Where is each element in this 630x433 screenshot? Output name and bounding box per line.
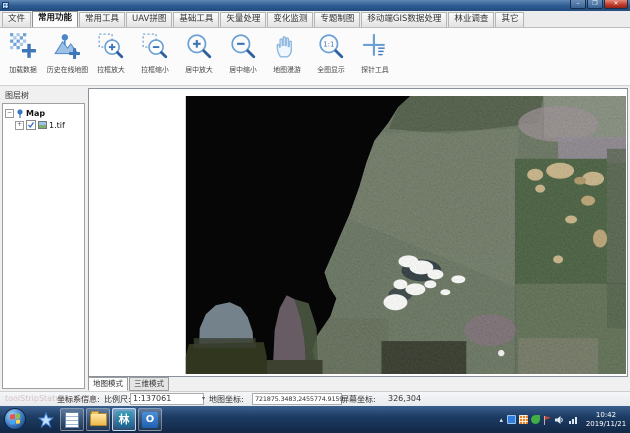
clock-date: 2019/11/21 bbox=[584, 420, 628, 429]
windows-taskbar: 林 O ▴ 10:42 2019/ bbox=[0, 406, 630, 433]
tray-expand-icon[interactable]: ▴ bbox=[499, 416, 503, 424]
layer-checkbox[interactable] bbox=[26, 120, 36, 130]
toolbar-button-label: 地图漫游 bbox=[273, 64, 301, 74]
tree-node-label: Map bbox=[26, 109, 45, 118]
taskbar-star-app[interactable] bbox=[34, 408, 58, 431]
system-tray: ▴ 10:42 2019/11/21 bbox=[499, 406, 628, 433]
clock-time: 10:42 bbox=[584, 411, 628, 420]
tray-flag-icon[interactable] bbox=[543, 415, 552, 425]
box-zoom-out-button[interactable]: 拉框缩小 bbox=[133, 28, 177, 84]
titlebar[interactable]: – ❐ ✕ bbox=[0, 0, 630, 11]
map-group-icon bbox=[16, 109, 24, 118]
load-data-button[interactable]: 加载数据 bbox=[1, 28, 45, 84]
raster-layer-icon bbox=[38, 121, 47, 129]
map-coord-label: 地图坐标: bbox=[209, 394, 244, 405]
toolbar-button-label: 加载数据 bbox=[9, 64, 37, 74]
star-icon bbox=[38, 412, 54, 428]
window-controls: – ❐ ✕ bbox=[569, 0, 628, 9]
taskbar-notepad-app[interactable] bbox=[60, 408, 84, 431]
tray-blue-app-icon[interactable] bbox=[507, 415, 516, 424]
layer-tree[interactable]: − Map + 1.tif bbox=[2, 103, 85, 389]
box-zoom-in-button[interactable]: 拉框放大 bbox=[89, 28, 133, 84]
tab-basic-tools[interactable]: 基础工具 bbox=[173, 12, 219, 27]
tree-node-label: 1.tif bbox=[49, 121, 65, 130]
center-zoom-out-icon bbox=[229, 32, 257, 60]
tab-map-mode[interactable]: 地图模式 bbox=[88, 377, 128, 391]
tree-node-layer[interactable]: + 1.tif bbox=[5, 119, 82, 131]
box-zoom-in-icon bbox=[97, 32, 125, 60]
probe-tool-icon bbox=[361, 32, 389, 60]
history-online-map-button[interactable]: 历史在线地图 bbox=[45, 28, 89, 84]
toolbar-button-label: 居中缩小 bbox=[229, 64, 257, 74]
pan-hand-icon bbox=[273, 32, 301, 60]
tree-node-map[interactable]: − Map bbox=[5, 107, 82, 119]
box-zoom-out-icon bbox=[141, 32, 169, 60]
tray-green-app-icon[interactable] bbox=[531, 415, 540, 424]
tab-uav-mosaic[interactable]: UAV拼图 bbox=[126, 12, 172, 27]
application-window: – ❐ ✕ 文件 常用功能 常用工具 UAV拼图 基础工具 矢量处理 变化监测 … bbox=[0, 0, 630, 433]
forest-app-icon: 林 bbox=[116, 411, 133, 428]
probe-tool-button[interactable]: 探针工具 bbox=[353, 28, 397, 84]
folder-icon bbox=[90, 413, 107, 426]
toolbar-button-label: 拉框放大 bbox=[97, 64, 125, 74]
document-icon bbox=[65, 412, 79, 428]
tab-vector-processing[interactable]: 矢量处理 bbox=[220, 12, 266, 27]
tray-network-icon[interactable] bbox=[568, 415, 578, 425]
scale-label: 比例尺: bbox=[104, 394, 131, 405]
view-mode-tabs: 地图模式 三维模式 bbox=[88, 378, 170, 391]
tab-forestry-survey[interactable]: 林业调查 bbox=[448, 12, 494, 27]
center-zoom-out-button[interactable]: 居中缩小 bbox=[221, 28, 265, 84]
taskbar-o-app[interactable]: O bbox=[138, 408, 162, 431]
toolbar-button-label: 拉框缩小 bbox=[141, 64, 169, 74]
expand-icon[interactable]: + bbox=[15, 121, 24, 130]
ribbon-tab-strip: 文件 常用功能 常用工具 UAV拼图 基础工具 矢量处理 变化监测 专题制图 移… bbox=[0, 11, 630, 28]
scale-dropdown-arrow-icon[interactable]: ▾ bbox=[202, 395, 205, 402]
tab-common-functions[interactable]: 常用功能 bbox=[32, 11, 78, 27]
map-coord-field[interactable]: 721875.3483,2455774.9159 bbox=[252, 393, 342, 405]
scale-combobox[interactable]: 1:137061 bbox=[130, 393, 204, 405]
main-area: 图层树 − Map + 1.tif bbox=[0, 86, 630, 391]
o-app-icon: O bbox=[142, 412, 158, 428]
collapse-icon[interactable]: − bbox=[5, 109, 14, 118]
svg-text:1:1: 1:1 bbox=[323, 41, 334, 49]
taskbar-forest-gis-app[interactable]: 林 bbox=[112, 408, 136, 431]
tab-thematic-mapping[interactable]: 专题制图 bbox=[314, 12, 360, 27]
taskbar-explorer-app[interactable] bbox=[86, 408, 110, 431]
start-button[interactable] bbox=[4, 408, 26, 430]
tray-speaker-icon[interactable] bbox=[555, 415, 565, 425]
satellite-map-canvas[interactable] bbox=[89, 89, 627, 376]
minimize-button[interactable]: – bbox=[570, 0, 586, 9]
toolbar-button-label: 居中放大 bbox=[185, 64, 213, 74]
toolbar: 加载数据 历史在线地图 拉框放大 bbox=[0, 28, 630, 86]
maximize-button[interactable]: ❐ bbox=[587, 0, 603, 9]
tab-mobile-gis-data[interactable]: 移动端GIS数据处理 bbox=[361, 12, 447, 27]
pan-map-button[interactable]: 地图漫游 bbox=[265, 28, 309, 84]
tray-grid-app-icon[interactable] bbox=[519, 415, 528, 424]
history-online-map-icon bbox=[53, 32, 81, 60]
app-logo-icon bbox=[2, 2, 9, 9]
taskbar-clock[interactable]: 10:42 2019/11/21 bbox=[584, 411, 628, 429]
windows-flag-icon bbox=[10, 413, 20, 424]
close-button[interactable]: ✕ bbox=[604, 0, 628, 9]
tab-common-tools[interactable]: 常用工具 bbox=[79, 12, 125, 27]
tab-file[interactable]: 文件 bbox=[2, 12, 31, 27]
toolbar-button-label: 全图显示 bbox=[317, 64, 345, 74]
screen-coord-value: 326,304 bbox=[388, 394, 421, 403]
toolbar-button-label: 历史在线地图 bbox=[46, 64, 87, 74]
layer-panel-title: 图层树 bbox=[5, 90, 29, 101]
full-extent-button[interactable]: 1:1 全图显示 bbox=[309, 28, 353, 84]
check-icon bbox=[27, 121, 35, 129]
load-data-icon bbox=[9, 32, 37, 60]
tab-3d-mode[interactable]: 三维模式 bbox=[129, 377, 169, 391]
tab-other[interactable]: 其它 bbox=[495, 12, 524, 27]
center-zoom-in-icon bbox=[185, 32, 213, 60]
center-zoom-in-button[interactable]: 居中放大 bbox=[177, 28, 221, 84]
status-bar: toolStripStatusLabel1 坐标系信息: 比例尺: 1:1370… bbox=[0, 391, 630, 406]
toolbar-button-label: 探针工具 bbox=[361, 64, 389, 74]
screen-coord-label: 屏幕坐标: bbox=[341, 394, 376, 405]
full-extent-icon: 1:1 bbox=[317, 32, 345, 60]
map-viewport[interactable] bbox=[88, 88, 628, 377]
coord-system-label: 坐标系信息: bbox=[57, 394, 100, 405]
tab-change-monitoring[interactable]: 变化监测 bbox=[267, 12, 313, 27]
